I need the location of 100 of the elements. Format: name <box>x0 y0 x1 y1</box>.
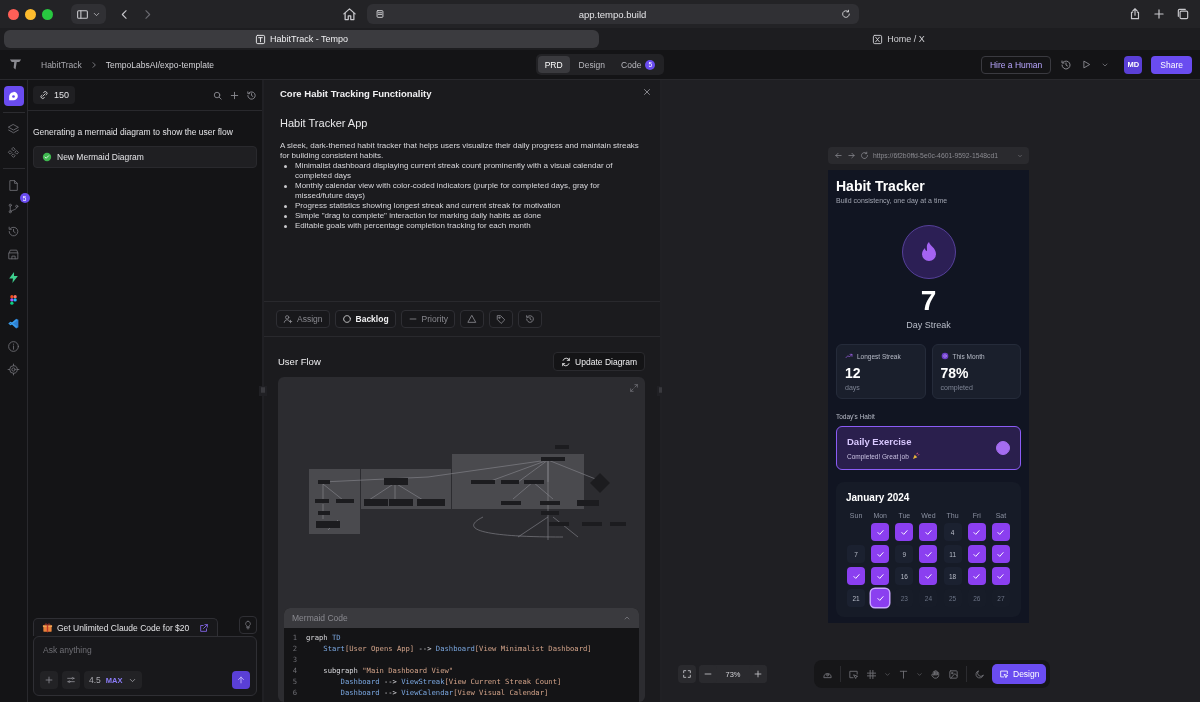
tool-button[interactable] <box>460 310 485 328</box>
new-tab-icon[interactable] <box>1152 7 1166 21</box>
step-card[interactable]: New Mermaid Diagram <box>33 146 257 168</box>
list-item: Minimalist dashboard displaying current streak count prominently with a visual calendar of completed days <box>295 161 614 181</box>
link-icon <box>39 90 49 100</box>
history-icon[interactable] <box>1060 58 1073 71</box>
bullet-dot <box>284 205 287 208</box>
stat-value: 78% <box>940 365 970 381</box>
check-icon <box>972 571 982 581</box>
chevron-right-icon <box>89 60 98 69</box>
forward-icon[interactable] <box>847 151 856 160</box>
image-icon[interactable] <box>948 668 959 680</box>
app-title: Habit Tracker <box>836 178 926 194</box>
day-cell[interactable] <box>919 523 938 541</box>
check-icon <box>924 549 933 559</box>
history-icon[interactable] <box>246 89 257 101</box>
resize-handle[interactable] <box>259 386 267 396</box>
moon-icon[interactable] <box>974 668 985 680</box>
site-icon <box>872 33 884 45</box>
user-plus-icon <box>283 314 293 324</box>
day-cell[interactable] <box>847 567 866 585</box>
breadcrumb-link[interactable]: TempoLabsAI/expo-template <box>105 59 214 70</box>
day-cell[interactable] <box>871 589 890 607</box>
rail-button[interactable] <box>3 86 24 106</box>
design-button[interactable]: Design <box>992 664 1047 684</box>
tool-button[interactable] <box>518 310 543 328</box>
triangle-icon <box>467 314 478 324</box>
arrow-up-icon <box>236 675 246 685</box>
fit-button[interactable] <box>678 665 696 683</box>
day-cell[interactable] <box>967 545 986 563</box>
streak-label: Day Streak <box>905 320 952 330</box>
components-icon <box>7 145 20 159</box>
completion-toggle[interactable] <box>996 441 1010 455</box>
promo-link[interactable]: Get Unlimited Claude Code for $20 <box>33 618 219 636</box>
credits-button[interactable]: 150 <box>33 86 76 104</box>
play-icon[interactable] <box>1081 59 1093 70</box>
sliders-icon <box>66 675 76 685</box>
tag-icon <box>496 314 507 324</box>
plus-icon[interactable] <box>229 89 240 101</box>
view-tab[interactable]: PRD <box>537 56 570 73</box>
day-cell[interactable] <box>895 523 914 541</box>
tool-button[interactable] <box>489 310 514 328</box>
day-cell[interactable] <box>871 545 890 563</box>
check-icon <box>972 527 982 537</box>
message-field[interactable]: Ask anything <box>40 643 250 657</box>
close-icon[interactable] <box>642 87 652 97</box>
tab-overview-icon[interactable] <box>1176 7 1190 21</box>
external-link-icon <box>199 622 210 633</box>
options-button[interactable] <box>62 671 80 689</box>
check-icon <box>875 527 885 537</box>
day-cell[interactable] <box>919 545 938 563</box>
day-cell[interactable] <box>871 523 890 541</box>
site-icon <box>255 33 266 45</box>
check-icon <box>924 527 933 537</box>
plus-icon <box>753 669 763 679</box>
text-icon[interactable] <box>898 668 909 680</box>
address-field[interactable]: app.tempo.build <box>366 4 859 24</box>
hand-icon[interactable] <box>930 668 941 680</box>
day-cell[interactable] <box>991 523 1010 541</box>
plus-icon <box>44 675 54 685</box>
frame-icon[interactable] <box>866 668 877 680</box>
dashed-circle-icon <box>341 314 352 324</box>
day-cell[interactable] <box>919 567 938 585</box>
day-cell[interactable] <box>967 523 986 541</box>
expand-icon[interactable] <box>629 383 639 393</box>
share-button[interactable]: Share <box>1151 55 1192 74</box>
day-cell[interactable] <box>871 567 890 585</box>
layers-icon <box>7 122 20 136</box>
window-minimize-button[interactable] <box>25 8 36 20</box>
send-button[interactable] <box>232 671 250 689</box>
stat-value: 12 <box>845 365 862 381</box>
action-button[interactable]: Priority <box>400 310 456 328</box>
action-button[interactable]: Assign <box>276 310 330 328</box>
window-zoom-button[interactable] <box>42 8 53 20</box>
reload-icon[interactable] <box>860 151 869 160</box>
select-icon[interactable] <box>848 668 859 680</box>
browser-tab[interactable]: Home / X <box>601 30 1196 48</box>
hire-button[interactable]: Hire a Human <box>980 55 1052 74</box>
month-title: January 2024 <box>846 492 911 503</box>
action-button[interactable]: Backlog <box>334 310 396 328</box>
day-cell[interactable] <box>991 545 1010 563</box>
tip-button[interactable] <box>239 616 257 634</box>
streak-count: 7 <box>919 287 938 315</box>
browser-tab[interactable]: HabitTrack - Tempo <box>4 30 599 48</box>
day-cell[interactable] <box>991 567 1010 585</box>
breadcrumb-link[interactable]: HabitTrack <box>41 59 82 70</box>
window-close-button[interactable] <box>8 8 19 20</box>
search-icon[interactable] <box>212 89 223 101</box>
store-icon <box>7 247 20 261</box>
share-icon[interactable] <box>1128 7 1142 21</box>
day-cell[interactable] <box>967 567 986 585</box>
sidebar-toggle-button[interactable] <box>71 4 106 24</box>
document-title: Core Habit Tracking Functionality <box>280 88 433 99</box>
bullet-dot <box>284 185 287 188</box>
history-icon <box>525 314 536 324</box>
paragraph: A sleek, dark-themed habit tracker that helps users visualize their daily progress and maintain streaks for building consistent habits. <box>280 141 640 161</box>
update-diagram-button[interactable]: Update Diagram <box>553 352 645 371</box>
sidebar-icon <box>76 7 89 21</box>
view-tab[interactable]: Design <box>571 56 613 73</box>
home-icon[interactable] <box>341 6 357 22</box>
